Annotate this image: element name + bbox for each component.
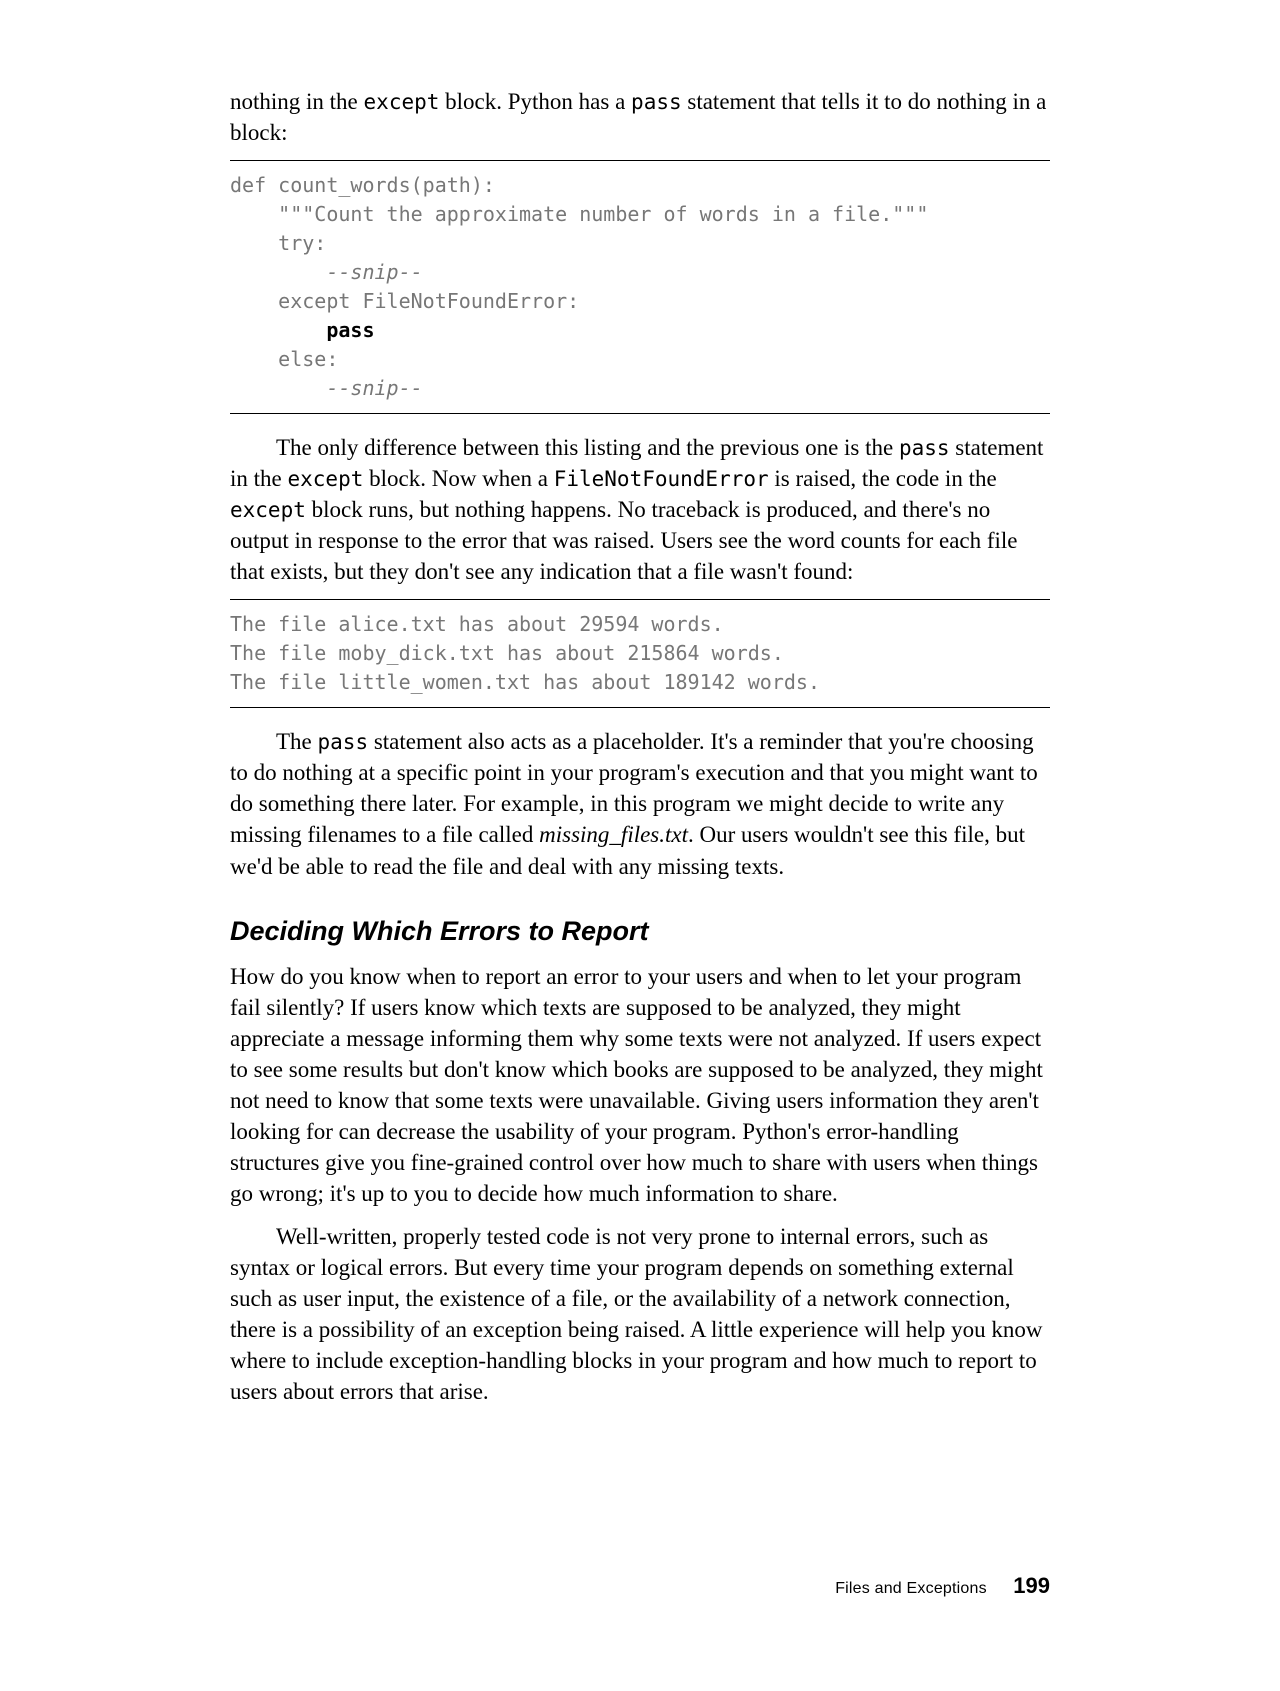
code-emphasis-pass: pass	[326, 318, 374, 342]
filename-italic: missing_files.txt	[539, 822, 688, 847]
paragraph-explain-pass: The only difference between this listing…	[230, 432, 1050, 587]
inline-code: pass	[318, 730, 369, 754]
output-line: The file moby_dick.txt has about 215864 …	[230, 641, 784, 665]
inline-code: except	[288, 467, 364, 491]
text: nothing in the	[230, 89, 364, 114]
footer-page-number: 199	[1013, 1573, 1050, 1598]
inline-code: pass	[631, 90, 682, 114]
text: The only difference between this listing…	[276, 435, 899, 460]
text: block. Now when a	[363, 466, 553, 491]
footer-chapter-title: Files and Exceptions	[835, 1580, 987, 1597]
paragraph-well-written: Well-written, properly tested code is no…	[230, 1221, 1050, 1407]
code-snip: --snip--	[230, 260, 423, 284]
inline-code: FileNotFoundError	[554, 467, 769, 491]
text: block. Python has a	[439, 89, 631, 114]
code-listing-1: def count_words(path): """Count the appr…	[230, 160, 1050, 414]
paragraph-when-report: How do you know when to report an error …	[230, 961, 1050, 1209]
code-line: except FileNotFoundError:	[230, 289, 579, 313]
paragraph-intro: nothing in the except block. Python has …	[230, 86, 1050, 148]
code-line: else:	[230, 347, 338, 371]
text: The	[276, 729, 318, 754]
code-line: """Count the approximate number of words…	[230, 202, 928, 226]
output-line: The file alice.txt has about 29594 words…	[230, 612, 724, 636]
page-footer: Files and Exceptions 199	[835, 1573, 1050, 1599]
code-line: try:	[230, 231, 326, 255]
text: is raised, the code in the	[769, 466, 997, 491]
code-indent	[230, 318, 326, 342]
inline-code: except	[230, 498, 306, 522]
code-listing-2: The file alice.txt has about 29594 words…	[230, 599, 1050, 708]
code-line: def count_words(path):	[230, 173, 495, 197]
inline-code: except	[364, 90, 440, 114]
text: block runs, but nothing happens. No trac…	[230, 497, 1018, 584]
subheading-deciding-errors: Deciding Which Errors to Report	[230, 916, 1050, 947]
paragraph-placeholder: The pass statement also acts as a placeh…	[230, 726, 1050, 881]
output-line: The file little_women.txt has about 1891…	[230, 670, 820, 694]
inline-code: pass	[899, 436, 950, 460]
code-snip: --snip--	[230, 376, 423, 400]
page: nothing in the except block. Python has …	[0, 0, 1280, 1691]
